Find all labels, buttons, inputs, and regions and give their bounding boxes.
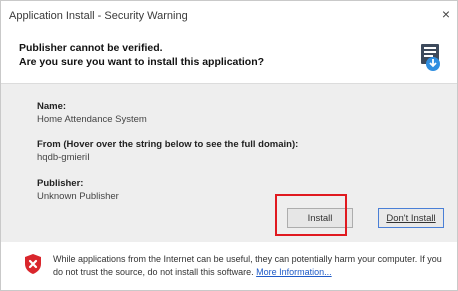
title-bar: Application Install - Security Warning ×: [1, 1, 457, 31]
publisher-label: Publisher:: [37, 178, 84, 189]
dont-install-button-label: Don't Install: [386, 212, 436, 224]
name-value: Home Attendance System: [37, 114, 147, 125]
application-details-panel: Name: Home Attendance System From (Hover…: [1, 83, 457, 243]
footer-warning-body: While applications from the Internet can…: [53, 254, 442, 277]
application-install-icon: [421, 44, 440, 71]
dont-install-button[interactable]: Don't Install: [378, 208, 444, 228]
warning-footer: While applications from the Internet can…: [1, 242, 457, 290]
more-information-link[interactable]: More Information...: [256, 267, 332, 277]
window-title: Application Install - Security Warning: [9, 10, 188, 22]
warning-header: Publisher cannot be verified. Are you su…: [1, 31, 457, 83]
install-confirmation-question: Are you sure you want to install this ap…: [19, 56, 265, 68]
name-label: Name:: [37, 101, 67, 112]
from-domain-value[interactable]: hqdb-gmieriI: [37, 152, 90, 163]
security-warning-dialog: Application Install - Security Warning ×…: [0, 0, 458, 291]
close-button[interactable]: ×: [435, 3, 457, 25]
footer-warning-text: While applications from the Internet can…: [53, 253, 445, 279]
shield-warning-icon: [25, 254, 41, 274]
publisher-warning-heading: Publisher cannot be verified.: [19, 42, 163, 54]
install-button-label: Install: [307, 212, 333, 224]
publisher-value: Unknown Publisher: [37, 191, 119, 202]
install-button[interactable]: Install: [287, 208, 353, 228]
from-label: From (Hover over the string below to see…: [37, 139, 299, 150]
